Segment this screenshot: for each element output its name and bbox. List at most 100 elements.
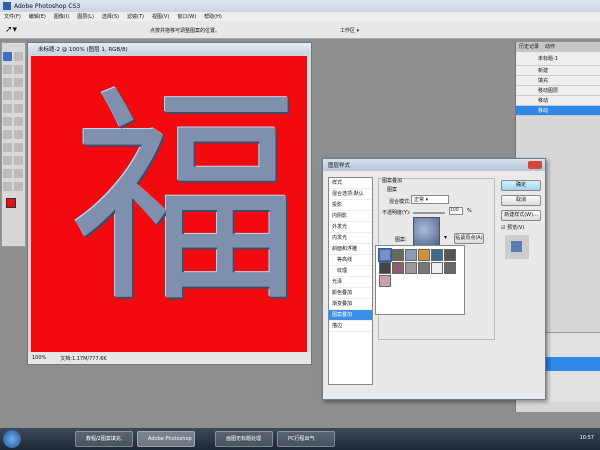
tab-history[interactable]: 历史记录	[519, 42, 539, 52]
menu-file[interactable]: 文件(F)	[4, 13, 21, 20]
stamp-tool[interactable]	[3, 104, 12, 113]
type-tool[interactable]	[14, 143, 23, 152]
history-item[interactable]: 填充	[516, 76, 600, 86]
history-tabs: 历史记录 动作	[516, 42, 600, 52]
document-status-bar: 100% 文档:1.17M/777.6K	[28, 352, 311, 364]
gradient-tool[interactable]	[14, 117, 23, 126]
menu-help[interactable]: 帮助(H)	[204, 13, 222, 20]
zoom-level[interactable]: 100%	[32, 355, 46, 361]
opacity-input[interactable]: 100	[449, 207, 463, 215]
start-button[interactable]	[3, 430, 21, 448]
menu-edit[interactable]: 编辑(E)	[29, 13, 46, 20]
move-tool-icon[interactable]: ➚▾	[5, 25, 17, 35]
menu-select[interactable]: 选择(S)	[102, 13, 119, 20]
workspace-button[interactable]: 工作区 ▾	[340, 27, 359, 34]
brush-tool[interactable]	[14, 91, 23, 100]
preview-checkbox[interactable]: ☑ 预览(V)	[501, 224, 525, 231]
zoom-tool[interactable]	[14, 182, 23, 191]
ok-button[interactable]: 确定	[501, 180, 541, 191]
style-item[interactable]: 斜面和浮雕	[329, 244, 372, 255]
style-item-selected[interactable]: 图案叠加	[329, 310, 372, 321]
pattern-swatch[interactable]	[405, 262, 417, 274]
style-item[interactable]: 投影	[329, 200, 372, 211]
pattern-swatch[interactable]	[444, 262, 456, 274]
pattern-swatch[interactable]	[379, 262, 391, 274]
pattern-dropdown-icon[interactable]: ▾	[444, 234, 447, 241]
style-item[interactable]: 描边	[329, 321, 372, 332]
foreground-color[interactable]	[6, 198, 16, 208]
style-item[interactable]: 外发光	[329, 222, 372, 233]
canvas[interactable]: 福	[31, 56, 307, 352]
shape-tool[interactable]	[14, 156, 23, 165]
blend-mode-select[interactable]: 正常 ▾	[411, 195, 449, 204]
style-item[interactable]: 渐变叠加	[329, 299, 372, 310]
pattern-swatch[interactable]	[431, 249, 443, 261]
pattern-swatch[interactable]	[405, 249, 417, 261]
hand-tool[interactable]	[3, 182, 12, 191]
taskbar-item[interactable]: Adobe Photoshop	[137, 431, 195, 447]
pattern-label: 图案:	[395, 237, 407, 243]
history-snapshot[interactable]: 未标题-1	[516, 52, 600, 66]
history-brush-tool[interactable]	[14, 104, 23, 113]
document-title: 未标题-2 @ 100% (图层 1, RGB/8)	[28, 43, 311, 55]
clock[interactable]: 10:57	[580, 435, 594, 441]
pattern-swatch[interactable]	[379, 275, 391, 287]
cancel-button[interactable]: 取消	[501, 195, 541, 206]
app-title: Adobe Photoshop CS3	[14, 2, 81, 10]
taskbar-item[interactable]: 画图无标题处理	[215, 431, 273, 447]
eraser-tool[interactable]	[3, 117, 12, 126]
opacity-unit: %	[467, 208, 472, 214]
history-item-selected[interactable]: 移动	[516, 106, 600, 116]
style-item[interactable]: 内发光	[329, 233, 372, 244]
opacity-slider[interactable]	[413, 212, 445, 214]
close-icon[interactable]	[528, 161, 542, 169]
style-item[interactable]: 内阴影	[329, 211, 372, 222]
layer-style-dialog: 图层样式 样式 混合选项:默认 投影 内阴影 外发光 内发光 斜面和浮雕 等高线…	[322, 158, 546, 400]
tab-actions[interactable]: 动作	[545, 42, 555, 52]
style-item[interactable]: 颜色叠加	[329, 288, 372, 299]
history-item[interactable]: 移动图层	[516, 86, 600, 96]
eyedropper-tool[interactable]	[14, 169, 23, 178]
wand-tool[interactable]	[14, 65, 23, 74]
photoshop-icon	[3, 2, 11, 10]
pattern-swatch[interactable]	[431, 262, 443, 274]
marquee-tool[interactable]	[14, 52, 23, 61]
pattern-swatch[interactable]	[378, 248, 392, 262]
lasso-tool[interactable]	[3, 65, 12, 74]
style-item[interactable]: 混合选项:默认	[329, 189, 372, 200]
path-select-tool[interactable]	[3, 156, 12, 165]
new-style-button[interactable]: 新建样式(W)...	[501, 210, 541, 221]
blur-tool[interactable]	[3, 130, 12, 139]
move-tool[interactable]	[3, 52, 12, 61]
notes-tool[interactable]	[3, 169, 12, 178]
snap-to-origin-button[interactable]: 贴紧原点(A)	[454, 233, 484, 244]
menu-view[interactable]: 视图(V)	[152, 13, 169, 20]
document-window: 未标题-2 @ 100% (图层 1, RGB/8) 福 100% 文档:1.1…	[27, 42, 312, 365]
style-item[interactable]: 样式	[329, 178, 372, 189]
pen-tool[interactable]	[3, 143, 12, 152]
taskbar-item[interactable]: PC行程出气	[277, 431, 335, 447]
section-title: 图案叠加	[382, 177, 403, 184]
crop-tool[interactable]	[3, 78, 12, 87]
menu-layer[interactable]: 图层(L)	[77, 13, 94, 20]
heal-tool[interactable]	[3, 91, 12, 100]
pattern-swatch[interactable]	[392, 249, 404, 261]
group-title: 图案	[387, 187, 398, 193]
menu-window[interactable]: 窗口(W)	[177, 13, 196, 20]
pattern-picker[interactable]	[413, 217, 440, 247]
style-item[interactable]: 光泽	[329, 277, 372, 288]
dodge-tool[interactable]	[14, 130, 23, 139]
style-item[interactable]: 等高线	[329, 255, 372, 266]
taskbar-item[interactable]: 教程/2图案填充.	[75, 431, 133, 447]
history-item[interactable]: 新建	[516, 66, 600, 76]
menu-filter[interactable]: 滤镜(T)	[127, 13, 144, 20]
menu-image[interactable]: 图像(I)	[54, 13, 69, 20]
slice-tool[interactable]	[14, 78, 23, 87]
pattern-swatch[interactable]	[392, 262, 404, 274]
style-item[interactable]: 纹理	[329, 266, 372, 277]
pattern-swatch[interactable]	[418, 262, 430, 274]
pattern-swatch[interactable]	[418, 249, 430, 261]
history-item[interactable]: 移动	[516, 96, 600, 106]
options-bar: ➚▾ 点按并拖移可调整图案的位置。 工作区 ▾	[0, 21, 600, 39]
pattern-swatch[interactable]	[444, 249, 456, 261]
